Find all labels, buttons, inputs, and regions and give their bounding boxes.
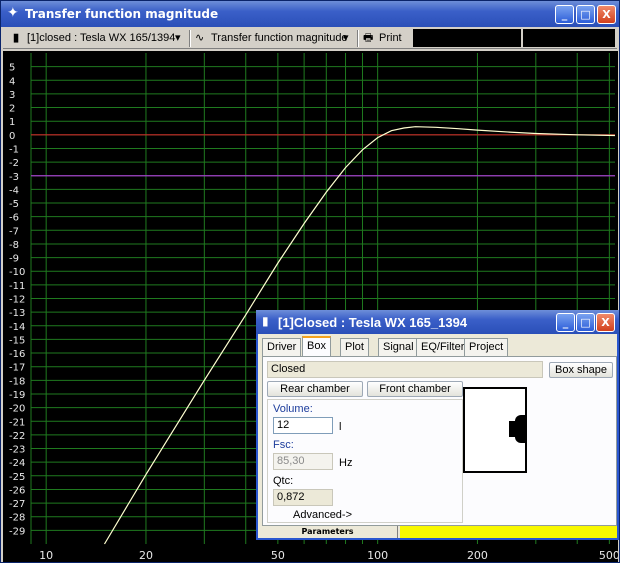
y-tick-label: -17 [9, 363, 25, 374]
y-tick-label: -18 [9, 376, 25, 387]
y-tick-label: -2 [9, 158, 19, 169]
y-tick-label: -26 [9, 485, 25, 496]
readout-box [523, 29, 615, 47]
y-tick-label: -11 [9, 281, 25, 292]
y-tick-label: -25 [9, 472, 25, 483]
box-panel: Closed Box shape Rear chamber Front cham… [262, 356, 617, 526]
status-progress-fill [400, 526, 617, 538]
y-tick-label: -29 [9, 526, 25, 537]
y-tick-label: 3 [9, 90, 15, 101]
driver-icon: ▮ [262, 314, 269, 328]
tab-signal[interactable]: Signal [378, 338, 419, 356]
volume-label: Volume: [273, 403, 313, 415]
y-tick-label: -1 [9, 144, 19, 155]
tab-driver[interactable]: Driver [262, 338, 302, 356]
speaker-magnet-icon [509, 421, 517, 437]
tab-plot[interactable]: Plot [340, 338, 369, 356]
y-tick-label: -13 [9, 308, 25, 319]
dialog-title: [1]Closed : Tesla WX 165_1394 [278, 315, 468, 330]
volume-input[interactable]: 12 [273, 417, 333, 434]
toolbar-separator [189, 30, 191, 47]
y-tick-label: -15 [9, 335, 25, 346]
y-tick-label: -28 [9, 513, 25, 524]
printer-icon: 🖶 [363, 32, 374, 44]
toolbar: ▮ [1]closed : Tesla WX 165/1394 ▾ ∿ Tran… [3, 28, 617, 49]
view-select[interactable]: Transfer function magnitude [211, 30, 348, 47]
y-tick-label: -22 [9, 431, 25, 442]
y-tick-label: -24 [9, 458, 25, 469]
tab-eq-filter[interactable]: EQ/Filter [416, 338, 470, 356]
y-tick-label: -10 [9, 267, 25, 278]
y-tick-label: 4 [9, 76, 15, 87]
y-tick-label: -8 [9, 240, 19, 251]
driver-icon: ▮ [13, 32, 20, 44]
fsc-unit: Hz [339, 457, 353, 469]
readout-box [413, 29, 521, 47]
qtc-label: Qtc: [273, 475, 294, 487]
x-tick-label: 20 [139, 549, 153, 562]
status-label: Parameters [258, 526, 398, 538]
x-tick-label: 100 [367, 549, 388, 562]
y-tick-label: -6 [9, 213, 19, 224]
title-bar[interactable]: ✦ Transfer function magnitude _ □ X [1, 1, 619, 27]
y-tick-label: -20 [9, 404, 25, 415]
tab-project[interactable]: Project [464, 338, 509, 356]
x-tick-label: 200 [467, 549, 488, 562]
y-tick-label: -5 [9, 199, 19, 210]
maximize-button[interactable]: □ [576, 5, 595, 24]
toolbar-separator [357, 30, 359, 47]
window-title: Transfer function magnitude [25, 7, 219, 21]
dialog-close-button[interactable]: X [596, 313, 615, 332]
dialog-minimize-button[interactable]: _ [556, 313, 575, 332]
minimize-button[interactable]: _ [555, 5, 574, 24]
qtc-value: 0,872 [273, 489, 333, 506]
tab-box[interactable]: Box [302, 336, 331, 356]
box-dialog: ▮ [1]Closed : Tesla WX 165_1394 _ □ X Dr… [256, 310, 619, 540]
y-tick-label: -21 [9, 417, 25, 428]
driver-dropdown-chevron-icon[interactable]: ▾ [175, 30, 181, 47]
status-bar: Parameters [258, 526, 617, 538]
y-tick-label: 5 [9, 63, 15, 74]
advanced-link[interactable]: Advanced-> [293, 509, 352, 521]
app-icon: ✦ [7, 5, 19, 21]
y-tick-label: -23 [9, 445, 25, 456]
y-tick-label: -4 [9, 185, 19, 196]
y-tick-label: 0 [9, 131, 15, 142]
volume-unit: l [339, 421, 342, 433]
y-tick-label: -3 [9, 172, 19, 183]
box-shape-preview [463, 387, 527, 473]
y-tick-label: -12 [9, 295, 25, 306]
box-shape-button[interactable]: Box shape [549, 362, 613, 378]
print-button[interactable]: Print [379, 30, 402, 47]
y-tick-label: -7 [9, 226, 19, 237]
y-tick-label: -16 [9, 349, 25, 360]
y-tick-label: -14 [9, 322, 25, 333]
close-button[interactable]: X [597, 5, 616, 24]
fsc-input: 85,30 [273, 453, 333, 470]
x-tick-label: 10 [39, 549, 53, 562]
wave-icon: ∿ [195, 32, 205, 44]
dialog-maximize-button[interactable]: □ [576, 313, 595, 332]
dialog-title-bar[interactable]: ▮ [1]Closed : Tesla WX 165_1394 _ □ X [256, 310, 619, 334]
y-tick-label: -9 [9, 254, 19, 265]
rear-chamber-button[interactable]: Rear chamber [267, 381, 363, 397]
view-dropdown-chevron-icon[interactable]: ▾ [343, 30, 349, 47]
x-tick-label: 500 [599, 549, 618, 562]
front-chamber-button[interactable]: Front chamber [367, 381, 463, 397]
y-tick-label: 1 [9, 117, 15, 128]
box-type-field[interactable]: Closed [267, 361, 543, 378]
driver-select[interactable]: [1]closed : Tesla WX 165/1394 [27, 30, 175, 47]
y-tick-label: 2 [9, 104, 15, 115]
fsc-label: Fsc: [273, 439, 294, 451]
y-tick-label: -19 [9, 390, 25, 401]
x-tick-label: 50 [271, 549, 285, 562]
y-tick-label: -27 [9, 499, 25, 510]
